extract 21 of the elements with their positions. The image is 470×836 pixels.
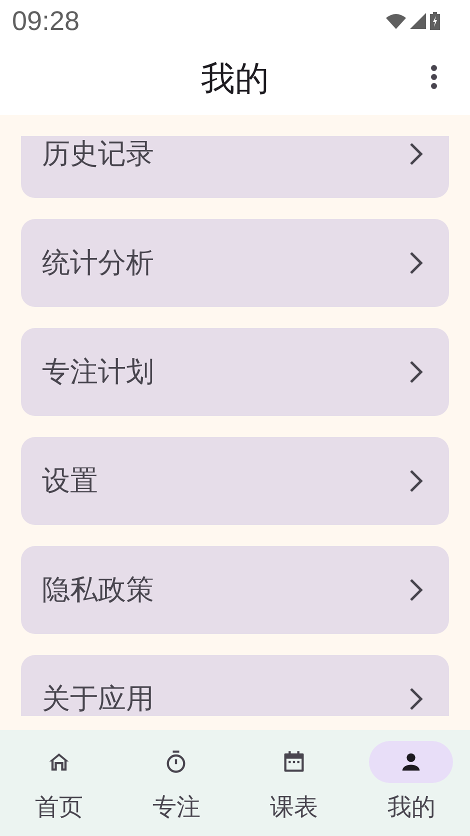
menu-item[interactable]: 专注计划 [21,328,449,416]
nav-tab[interactable]: 我的 [352,730,470,836]
menu-item[interactable]: 设置 [21,437,449,525]
chevron-right-icon [409,142,423,166]
battery-icon [430,12,440,30]
status-time: 09:28 [12,6,80,36]
chevron-right-icon [409,469,423,493]
wifi-icon [386,14,406,28]
page-title: 我的 [201,58,269,100]
menu-item[interactable]: 统计分析 [21,219,449,307]
nav-tab[interactable]: 专注 [118,730,235,836]
chevron-right-icon [409,360,423,384]
menu-item[interactable]: 历史记录 [21,136,449,198]
chevron-right-icon [409,578,423,602]
nav-tab[interactable]: 首页 [0,730,118,836]
menu-item[interactable]: 关于应用 [21,655,449,716]
chevron-right-icon [409,251,423,275]
menu-item[interactable]: 隐私政策 [21,546,449,634]
signal-icon [410,13,426,29]
chevron-right-icon [409,687,423,711]
nav-tab[interactable]: 课表 [235,730,352,836]
